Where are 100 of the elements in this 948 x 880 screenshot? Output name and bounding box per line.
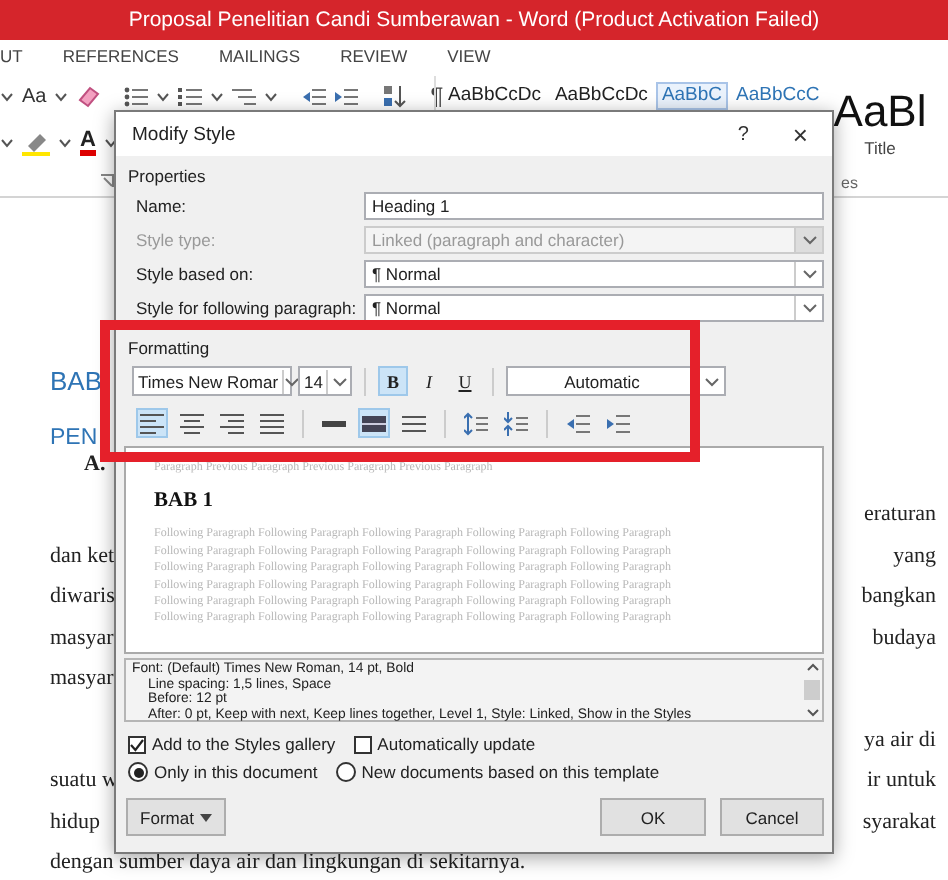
style-sample[interactable]: AaBbC xyxy=(655,82,729,110)
font-color-button[interactable]: A xyxy=(80,129,96,155)
caret-icon xyxy=(199,813,212,821)
align-left-button[interactable] xyxy=(136,408,168,438)
align-right-button[interactable] xyxy=(216,408,248,438)
body-text: syarakat xyxy=(862,809,936,834)
body-text: eraturan xyxy=(863,502,936,527)
ok-button[interactable]: OK xyxy=(600,798,706,836)
chevron-icon xyxy=(331,375,348,387)
italic-button[interactable]: I xyxy=(414,366,444,396)
decrease-spacing-button[interactable] xyxy=(500,408,532,438)
chevron-icon xyxy=(284,375,301,387)
align-right-icon xyxy=(220,411,244,435)
checkbox[interactable] xyxy=(353,735,372,753)
section-label: Properties xyxy=(128,166,206,186)
body-text: ir untuk xyxy=(866,768,936,793)
dialog-title: Modify Style xyxy=(132,123,238,145)
increase-indent-icon[interactable] xyxy=(334,85,359,107)
font-dropdown[interactable]: Times New Romar xyxy=(132,366,292,396)
close-button[interactable]: × xyxy=(792,119,808,149)
checkbox[interactable] xyxy=(128,735,146,753)
dialog-launcher-icon[interactable] xyxy=(100,174,114,188)
field-label: Style for following paragraph: xyxy=(136,298,359,318)
color-dropdown[interactable]: Automatic xyxy=(506,366,726,396)
sort-icon[interactable] xyxy=(382,84,407,108)
caret-icon xyxy=(0,90,14,102)
increase-spacing-icon xyxy=(464,411,488,435)
cancel-button[interactable]: Cancel xyxy=(720,798,824,836)
caret-icon xyxy=(210,90,225,102)
body-text: masyar xyxy=(50,666,114,691)
body-text: ya air di xyxy=(863,727,936,752)
help-button[interactable]: ? xyxy=(737,123,749,145)
ribbon-tab[interactable]: UT xyxy=(0,46,23,66)
body-text: dengan sumber daya air dan lingkungan di sekitarnya. xyxy=(50,850,526,875)
style-sample[interactable]: AaBl Title xyxy=(827,82,933,160)
decrease-spacing-icon xyxy=(504,411,528,435)
caret-icon xyxy=(58,136,72,148)
eraser-icon[interactable] xyxy=(76,84,101,108)
heading-text: PEN xyxy=(50,424,98,452)
dropdown-field[interactable]: ¶ Normal xyxy=(364,260,824,288)
ribbon-tab[interactable]: REVIEW xyxy=(340,46,408,66)
scroll-up-icon[interactable] xyxy=(805,662,819,672)
heading-text: A. xyxy=(84,452,106,478)
preview-heading: BAB 1 xyxy=(154,488,213,517)
align-center-icon xyxy=(180,411,204,435)
decrease-indent-icon[interactable] xyxy=(302,85,327,107)
field-label: Name: xyxy=(136,196,189,216)
align-left-icon xyxy=(140,411,164,435)
justify-button[interactable] xyxy=(256,408,288,438)
ribbon-tab[interactable]: REFERENCES xyxy=(62,46,179,66)
scroll-down-icon[interactable] xyxy=(805,708,819,718)
style-sample[interactable]: AaBbCcC xyxy=(730,82,826,110)
increase-spacing-button[interactable] xyxy=(460,408,492,438)
scrollbar-thumb[interactable] xyxy=(804,680,820,700)
body-text: dan ket xyxy=(50,543,115,568)
caret-icon xyxy=(156,90,171,102)
chevron-icon xyxy=(801,234,817,246)
body-text: budaya xyxy=(872,625,936,650)
ribbon-tab[interactable]: VIEW xyxy=(447,46,491,66)
radio-button[interactable] xyxy=(335,762,356,782)
bold-button[interactable]: B xyxy=(378,366,408,396)
field-label: Style type: xyxy=(136,230,218,250)
body-text: masyar xyxy=(50,625,114,650)
bullet-list-icon[interactable] xyxy=(124,85,149,107)
window-title: Proposal Penelitian Candi Sumberawan - Word (Product Activation Failed) xyxy=(128,8,820,32)
style-name: Title xyxy=(864,138,896,158)
body-text: hidup xyxy=(50,809,101,834)
underline-button[interactable]: U xyxy=(450,366,480,396)
radio-button[interactable] xyxy=(128,762,148,782)
multilevel-list-icon[interactable] xyxy=(232,85,257,107)
highlighter-icon[interactable] xyxy=(22,129,50,155)
dropdown-field[interactable]: ¶ Normal xyxy=(364,294,824,322)
radio-label: New documents based on this template xyxy=(361,762,660,782)
chevron-icon xyxy=(801,302,817,314)
caret-icon xyxy=(0,136,14,148)
field-label: Style based on: xyxy=(136,264,256,284)
body-text: bangkan xyxy=(861,584,936,609)
checkbox-label: Automatically update xyxy=(377,734,536,754)
align-center-button[interactable] xyxy=(176,408,208,438)
chevron-icon xyxy=(703,375,719,387)
ribbon-tab[interactable]: MAILINGS xyxy=(218,46,301,66)
justify-icon xyxy=(260,411,284,435)
style-sample[interactable]: AaBbCcDc xyxy=(442,82,547,110)
heading-text: BAB xyxy=(50,366,103,398)
double-spacing-icon xyxy=(402,411,426,435)
caret-icon xyxy=(264,90,279,102)
format-button[interactable]: Format xyxy=(126,798,226,836)
group-label: es xyxy=(841,174,858,192)
increase-indent-icon xyxy=(606,411,630,435)
change-case-button[interactable]: Aa xyxy=(22,85,47,107)
input-field[interactable]: Heading 1 xyxy=(364,192,824,220)
numbered-list-icon[interactable] xyxy=(178,85,203,107)
radio-label: Only in this document xyxy=(154,762,318,782)
one-half-spacing-button[interactable] xyxy=(358,408,390,438)
caret-icon xyxy=(54,90,69,102)
chevron-icon xyxy=(801,268,817,280)
style-sample[interactable]: AaBbCcDc xyxy=(548,82,654,110)
size-dropdown[interactable]: 14 xyxy=(298,366,352,396)
one-half-spacing-icon xyxy=(362,411,386,435)
body-text: yang xyxy=(893,543,936,568)
